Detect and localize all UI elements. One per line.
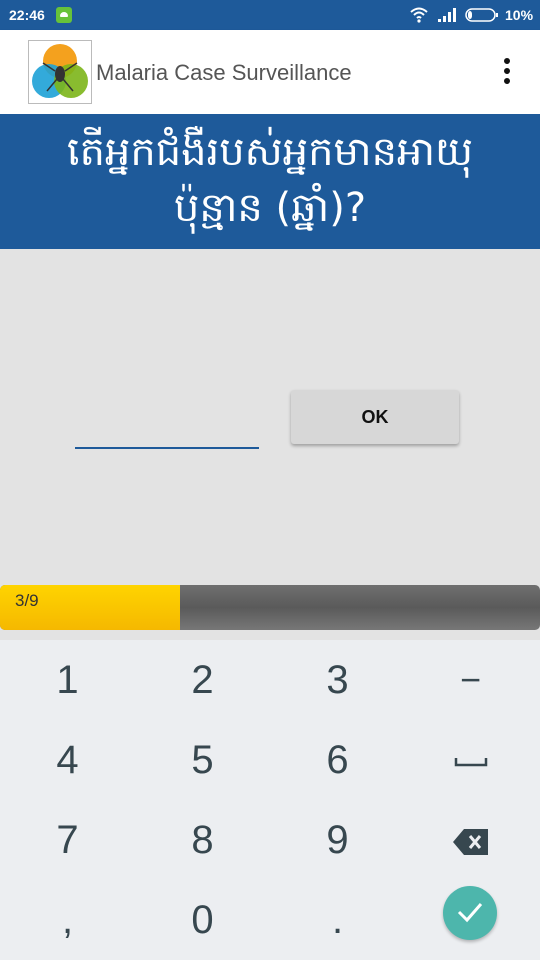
key-9[interactable]: 9 bbox=[270, 800, 405, 880]
backspace-icon bbox=[452, 829, 488, 856]
app-bar: Malaria Case Surveillance bbox=[0, 30, 540, 114]
signal-icon bbox=[438, 8, 456, 22]
app-title: Malaria Case Surveillance bbox=[96, 60, 352, 85]
space-icon bbox=[454, 758, 487, 767]
key-7[interactable]: 7 bbox=[0, 800, 135, 880]
check-icon bbox=[457, 902, 483, 922]
key-4[interactable]: 4 bbox=[0, 720, 135, 800]
android-notification-icon bbox=[56, 7, 72, 23]
key-6[interactable]: 6 bbox=[270, 720, 405, 800]
done-button[interactable] bbox=[443, 886, 497, 940]
ok-button[interactable]: OK bbox=[291, 390, 459, 444]
status-bar: 22:46 10% bbox=[0, 0, 540, 30]
key-5[interactable]: 5 bbox=[135, 720, 270, 800]
numeric-keypad: 1 2 3 − 4 5 6 7 8 9 , 0 . bbox=[0, 640, 540, 960]
overflow-menu-icon[interactable] bbox=[500, 58, 514, 86]
key-0[interactable]: 0 bbox=[135, 880, 270, 960]
battery-icon bbox=[465, 8, 498, 22]
progress-label: 3/9 bbox=[15, 591, 39, 610]
wifi-icon bbox=[410, 7, 428, 23]
key-period[interactable]: . bbox=[270, 880, 405, 960]
key-minus[interactable]: − bbox=[403, 640, 538, 720]
age-input[interactable] bbox=[75, 405, 259, 449]
status-time: 22:46 bbox=[9, 7, 45, 23]
key-comma[interactable]: , bbox=[0, 880, 135, 960]
key-3[interactable]: 3 bbox=[270, 640, 405, 720]
question-header: តើអ្នកជំងឺរបស់អ្នកមានអាយុ ប៉ុន្មាន (ឆ្នា… bbox=[0, 114, 540, 249]
key-space[interactable] bbox=[403, 720, 538, 800]
key-1[interactable]: 1 bbox=[0, 640, 135, 720]
key-backspace[interactable] bbox=[403, 800, 538, 880]
progress-bar: 3/9 bbox=[0, 585, 540, 630]
app-logo-icon bbox=[28, 40, 92, 104]
battery-percent: 10% bbox=[505, 7, 534, 23]
key-8[interactable]: 8 bbox=[135, 800, 270, 880]
key-2[interactable]: 2 bbox=[135, 640, 270, 720]
